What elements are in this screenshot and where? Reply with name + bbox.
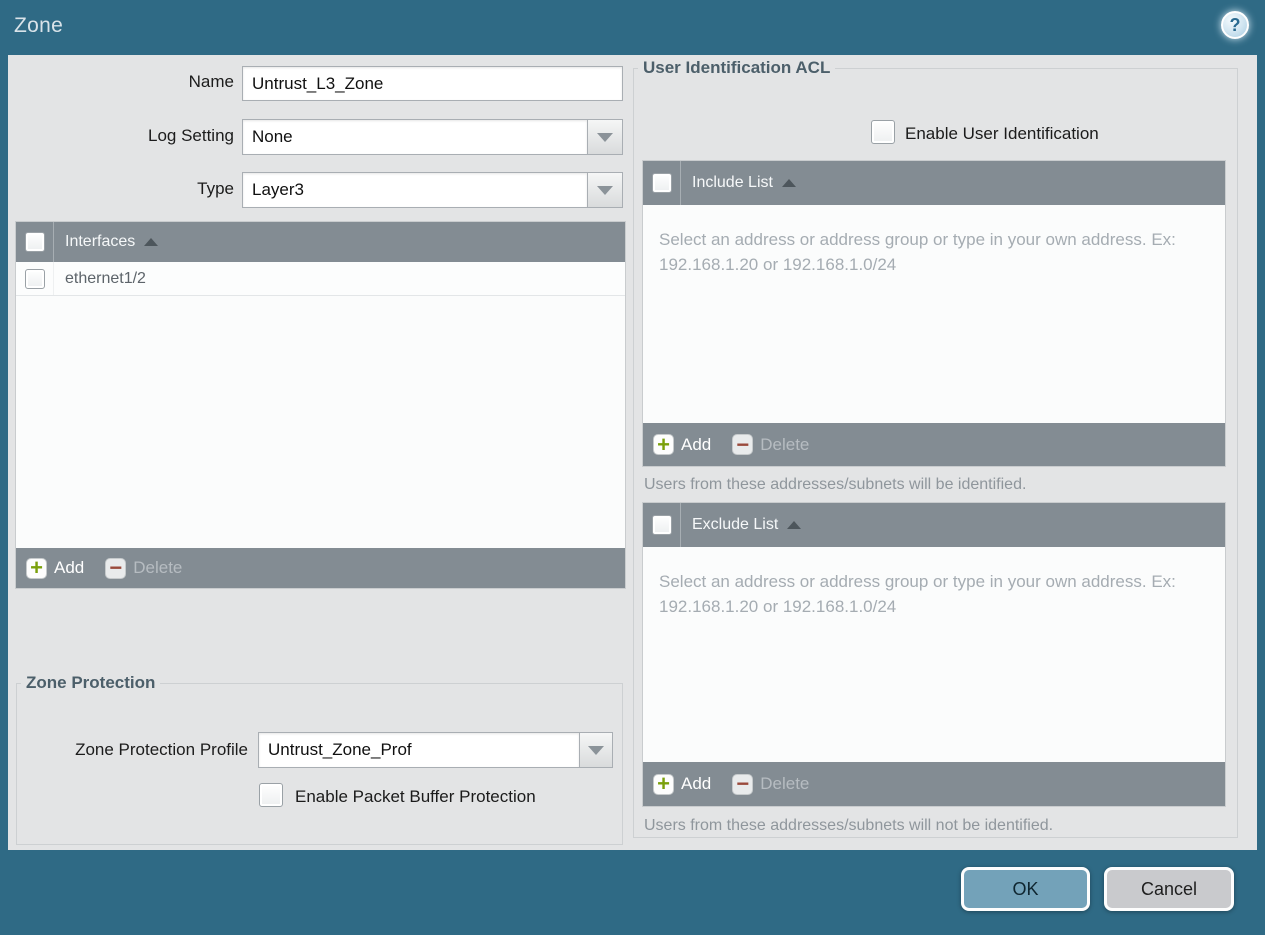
zone-dialog-body: Name Log Setting Type Interfaces etherne… bbox=[8, 55, 1257, 850]
name-label: Name bbox=[188, 72, 234, 91]
delete-button-label: Delete bbox=[760, 434, 810, 454]
dialog-title: Zone bbox=[14, 14, 64, 37]
interface-name: ethernet1/2 bbox=[65, 269, 146, 287]
zone-protection-profile-input[interactable] bbox=[258, 732, 580, 768]
name-input[interactable] bbox=[242, 66, 623, 101]
add-include-button[interactable]: + Add bbox=[653, 433, 712, 455]
add-button-label: Add bbox=[681, 774, 712, 793]
include-list-body: Select an address or address group or ty… bbox=[643, 205, 1225, 423]
chevron-down-icon bbox=[597, 132, 613, 142]
interfaces-table: Interfaces ethernet1/2 + Add − Delete bbox=[16, 222, 625, 588]
zone-protection-legend: Zone Protection bbox=[26, 673, 156, 692]
type-label: Type bbox=[197, 179, 234, 198]
cancel-button[interactable]: Cancel bbox=[1104, 867, 1234, 911]
sort-ascending-icon bbox=[781, 179, 796, 187]
add-icon: + bbox=[653, 773, 674, 795]
exclude-list-note: Users from these addresses/subnets will … bbox=[644, 817, 1054, 834]
delete-icon: − bbox=[105, 557, 127, 579]
add-icon: + bbox=[653, 433, 674, 455]
include-list-header[interactable]: Include List bbox=[643, 161, 1225, 205]
row-checkbox[interactable] bbox=[24, 268, 45, 289]
enable-packet-buffer-protection-checkbox[interactable] bbox=[259, 783, 283, 807]
delete-include-button[interactable]: − Delete bbox=[732, 433, 810, 455]
delete-button-label: Delete bbox=[760, 774, 810, 793]
ok-button[interactable]: OK bbox=[961, 867, 1090, 911]
chevron-down-icon bbox=[597, 185, 613, 195]
zone-protection-profile-label: Zone Protection Profile bbox=[75, 740, 248, 759]
zone-protection-fieldset: Zone Protection Zone Protection Profile … bbox=[16, 673, 623, 845]
enable-packet-buffer-protection-label: Enable Packet Buffer Protection bbox=[295, 787, 536, 806]
type-dropdown-button[interactable] bbox=[587, 172, 623, 208]
exclude-list-placeholder: Select an address or address group or ty… bbox=[659, 572, 1176, 616]
exclude-select-all-checkbox[interactable] bbox=[651, 515, 672, 535]
enable-user-identification-checkbox[interactable] bbox=[871, 120, 895, 144]
exclude-list-body: Select an address or address group or ty… bbox=[643, 547, 1225, 762]
log-setting-dropdown-button[interactable] bbox=[587, 119, 623, 155]
type-input[interactable] bbox=[242, 172, 588, 208]
interfaces-table-body: ethernet1/2 bbox=[16, 262, 625, 548]
include-list-note: Users from these addresses/subnets will … bbox=[644, 476, 1027, 493]
table-row[interactable]: ethernet1/2 bbox=[16, 262, 625, 296]
log-setting-input[interactable] bbox=[242, 119, 588, 155]
include-select-all-checkbox[interactable] bbox=[651, 173, 672, 193]
delete-button-label: Delete bbox=[133, 558, 183, 577]
log-setting-label: Log Setting bbox=[147, 126, 234, 145]
add-button-label: Add bbox=[681, 434, 712, 454]
include-list-column-header: Include List bbox=[692, 174, 773, 191]
interfaces-column-header: Interfaces bbox=[65, 233, 136, 250]
add-interface-button[interactable]: + Add bbox=[26, 557, 85, 579]
delete-icon: − bbox=[732, 433, 754, 455]
include-list-placeholder: Select an address or address group or ty… bbox=[659, 230, 1176, 274]
user-identification-acl-fieldset: User Identification ACL Enable User Iden… bbox=[633, 58, 1238, 838]
delete-interface-button[interactable]: − Delete bbox=[105, 557, 183, 579]
user-identification-acl-legend: User Identification ACL bbox=[643, 58, 831, 77]
exclude-list-column-header: Exclude List bbox=[692, 516, 779, 533]
delete-icon: − bbox=[732, 773, 754, 795]
sort-ascending-icon bbox=[787, 521, 802, 529]
add-button-label: Add bbox=[54, 558, 85, 577]
include-list-footer: + Add − Delete bbox=[643, 423, 1225, 466]
interfaces-table-footer: + Add − Delete bbox=[16, 548, 625, 588]
zone-protection-profile-dropdown-button[interactable] bbox=[579, 732, 613, 768]
help-icon[interactable]: ? bbox=[1221, 11, 1249, 39]
interfaces-table-header[interactable]: Interfaces bbox=[16, 222, 625, 262]
sort-ascending-icon bbox=[144, 238, 159, 246]
exclude-list-table: Exclude List Select an address or addres… bbox=[643, 503, 1225, 806]
exclude-list-header[interactable]: Exclude List bbox=[643, 503, 1225, 547]
exclude-list-footer: + Add − Delete bbox=[643, 762, 1225, 806]
include-list-table: Include List Select an address or addres… bbox=[643, 161, 1225, 466]
delete-exclude-button[interactable]: − Delete bbox=[732, 773, 810, 795]
enable-user-identification-label: Enable User Identification bbox=[905, 124, 1099, 143]
add-icon: + bbox=[26, 557, 47, 579]
interfaces-select-all-checkbox[interactable] bbox=[24, 232, 45, 252]
add-exclude-button[interactable]: + Add bbox=[653, 773, 712, 795]
chevron-down-icon bbox=[588, 745, 604, 755]
